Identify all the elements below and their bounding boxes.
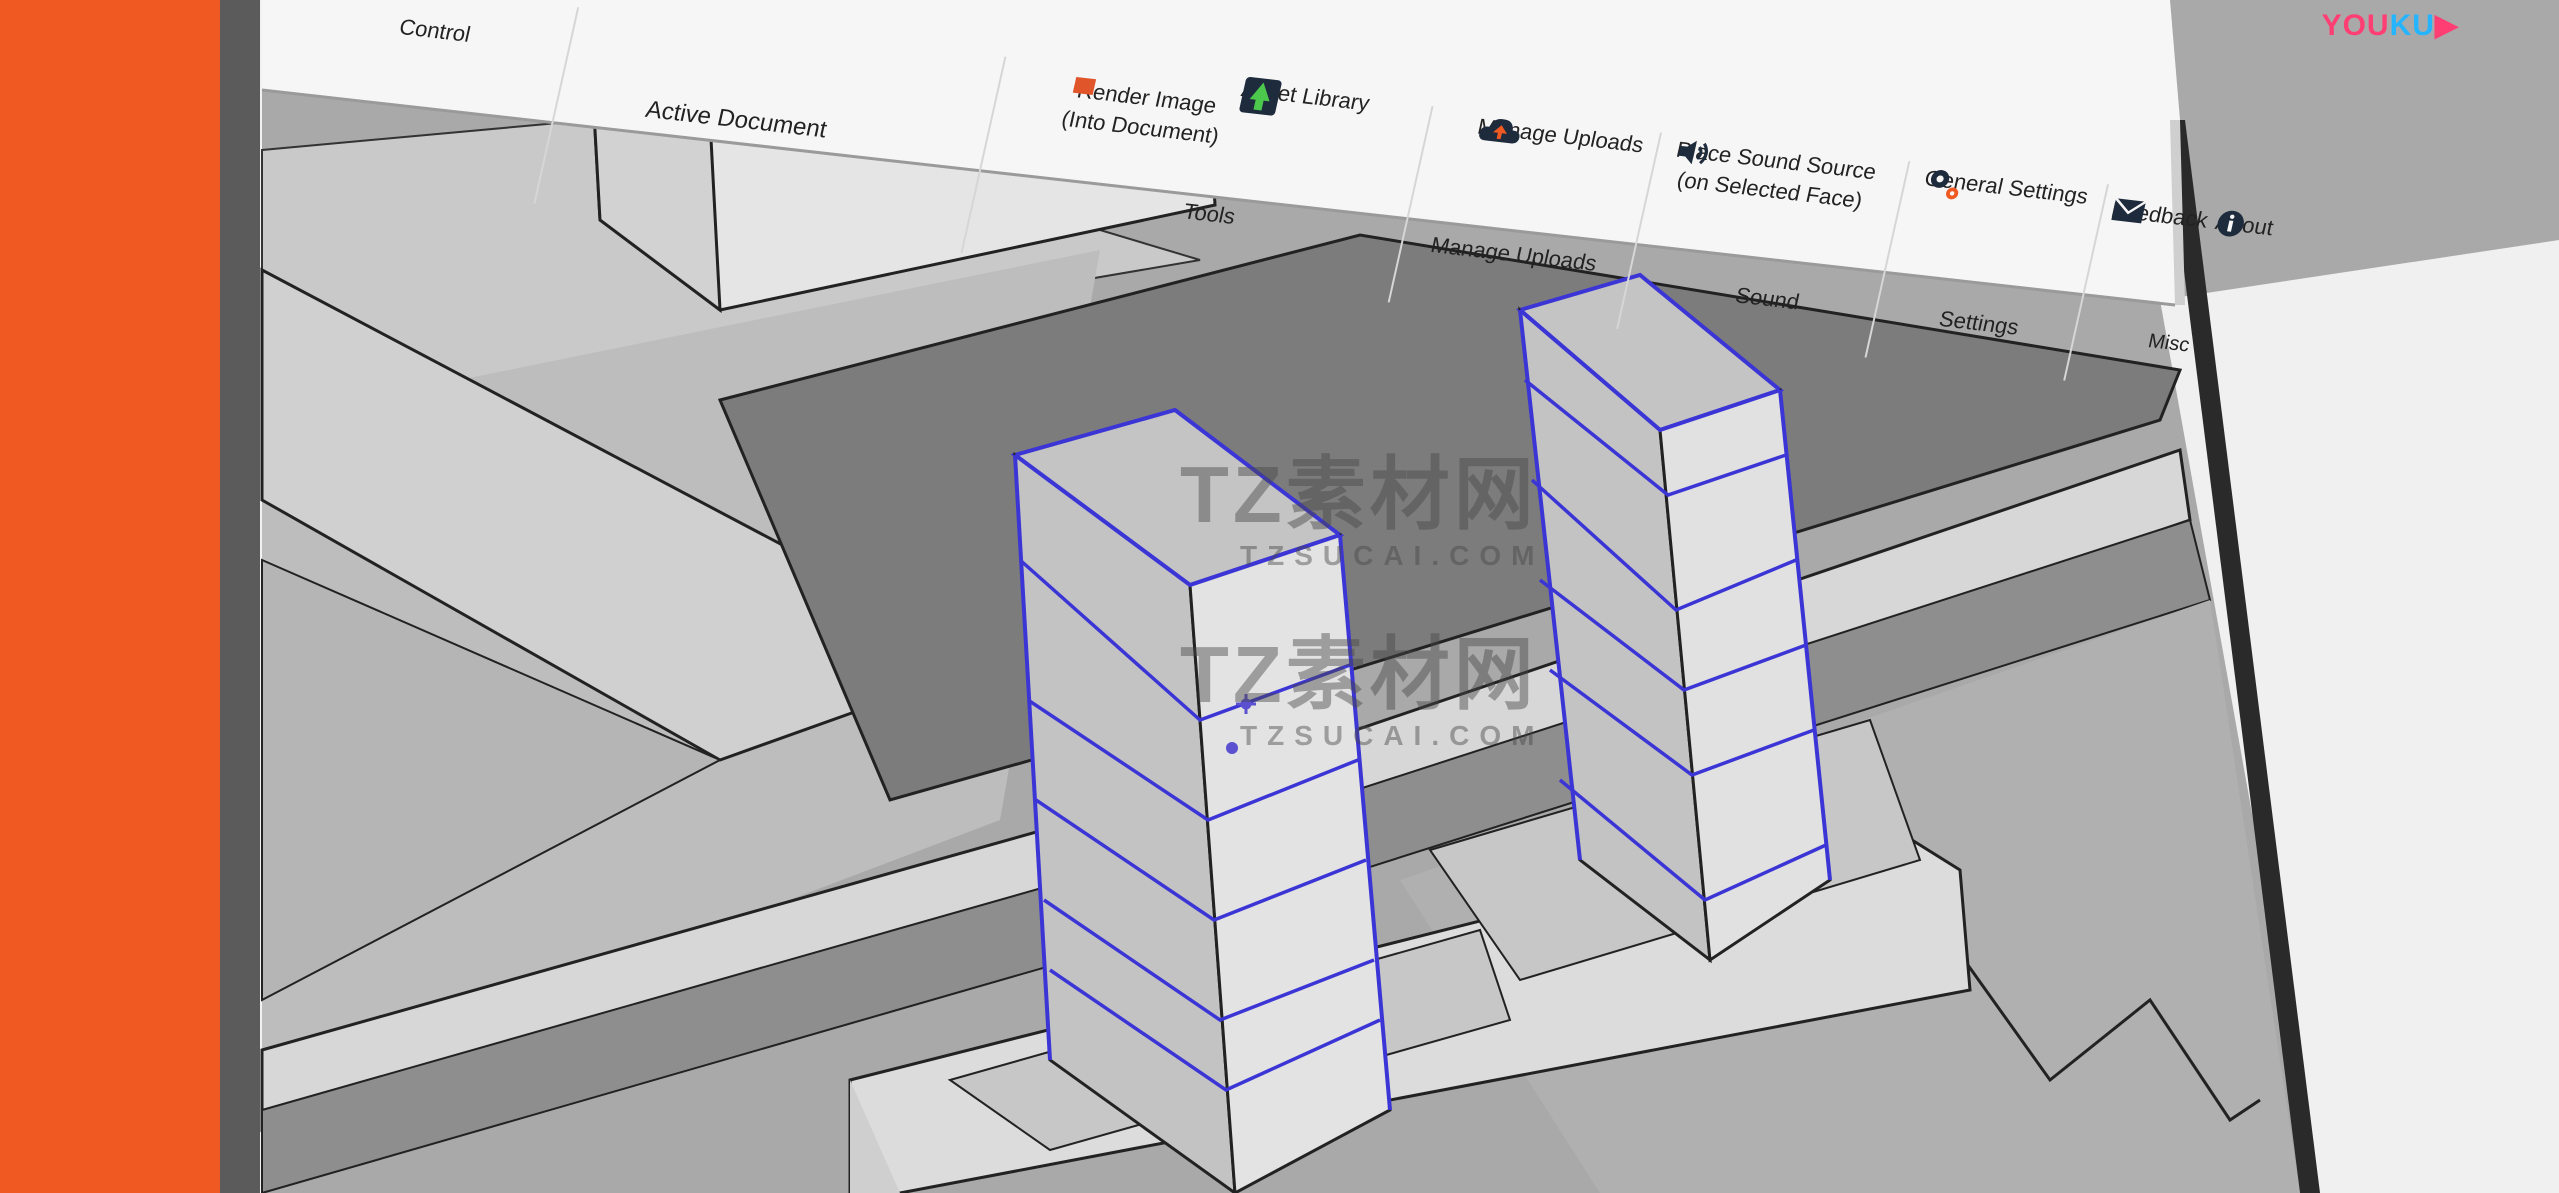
play-icon: ▶ xyxy=(2434,9,2459,42)
render-image-icon xyxy=(1072,76,1097,95)
youku-logo: YOUKU▶ xyxy=(2322,8,2459,43)
about-button[interactable]: About xyxy=(2213,207,2277,243)
3d-viewport[interactable]: Control Active Document Render Image (In… xyxy=(0,0,2559,1193)
cloud-upload-icon xyxy=(1479,119,1520,144)
viewport-scene xyxy=(260,0,2559,1193)
gear-icon xyxy=(1930,170,1959,200)
speaker-icon xyxy=(1678,140,1709,165)
logo-you: YOU xyxy=(2321,9,2390,42)
logo-ku: KU xyxy=(2389,9,2435,42)
envelope-icon xyxy=(2111,197,2147,224)
